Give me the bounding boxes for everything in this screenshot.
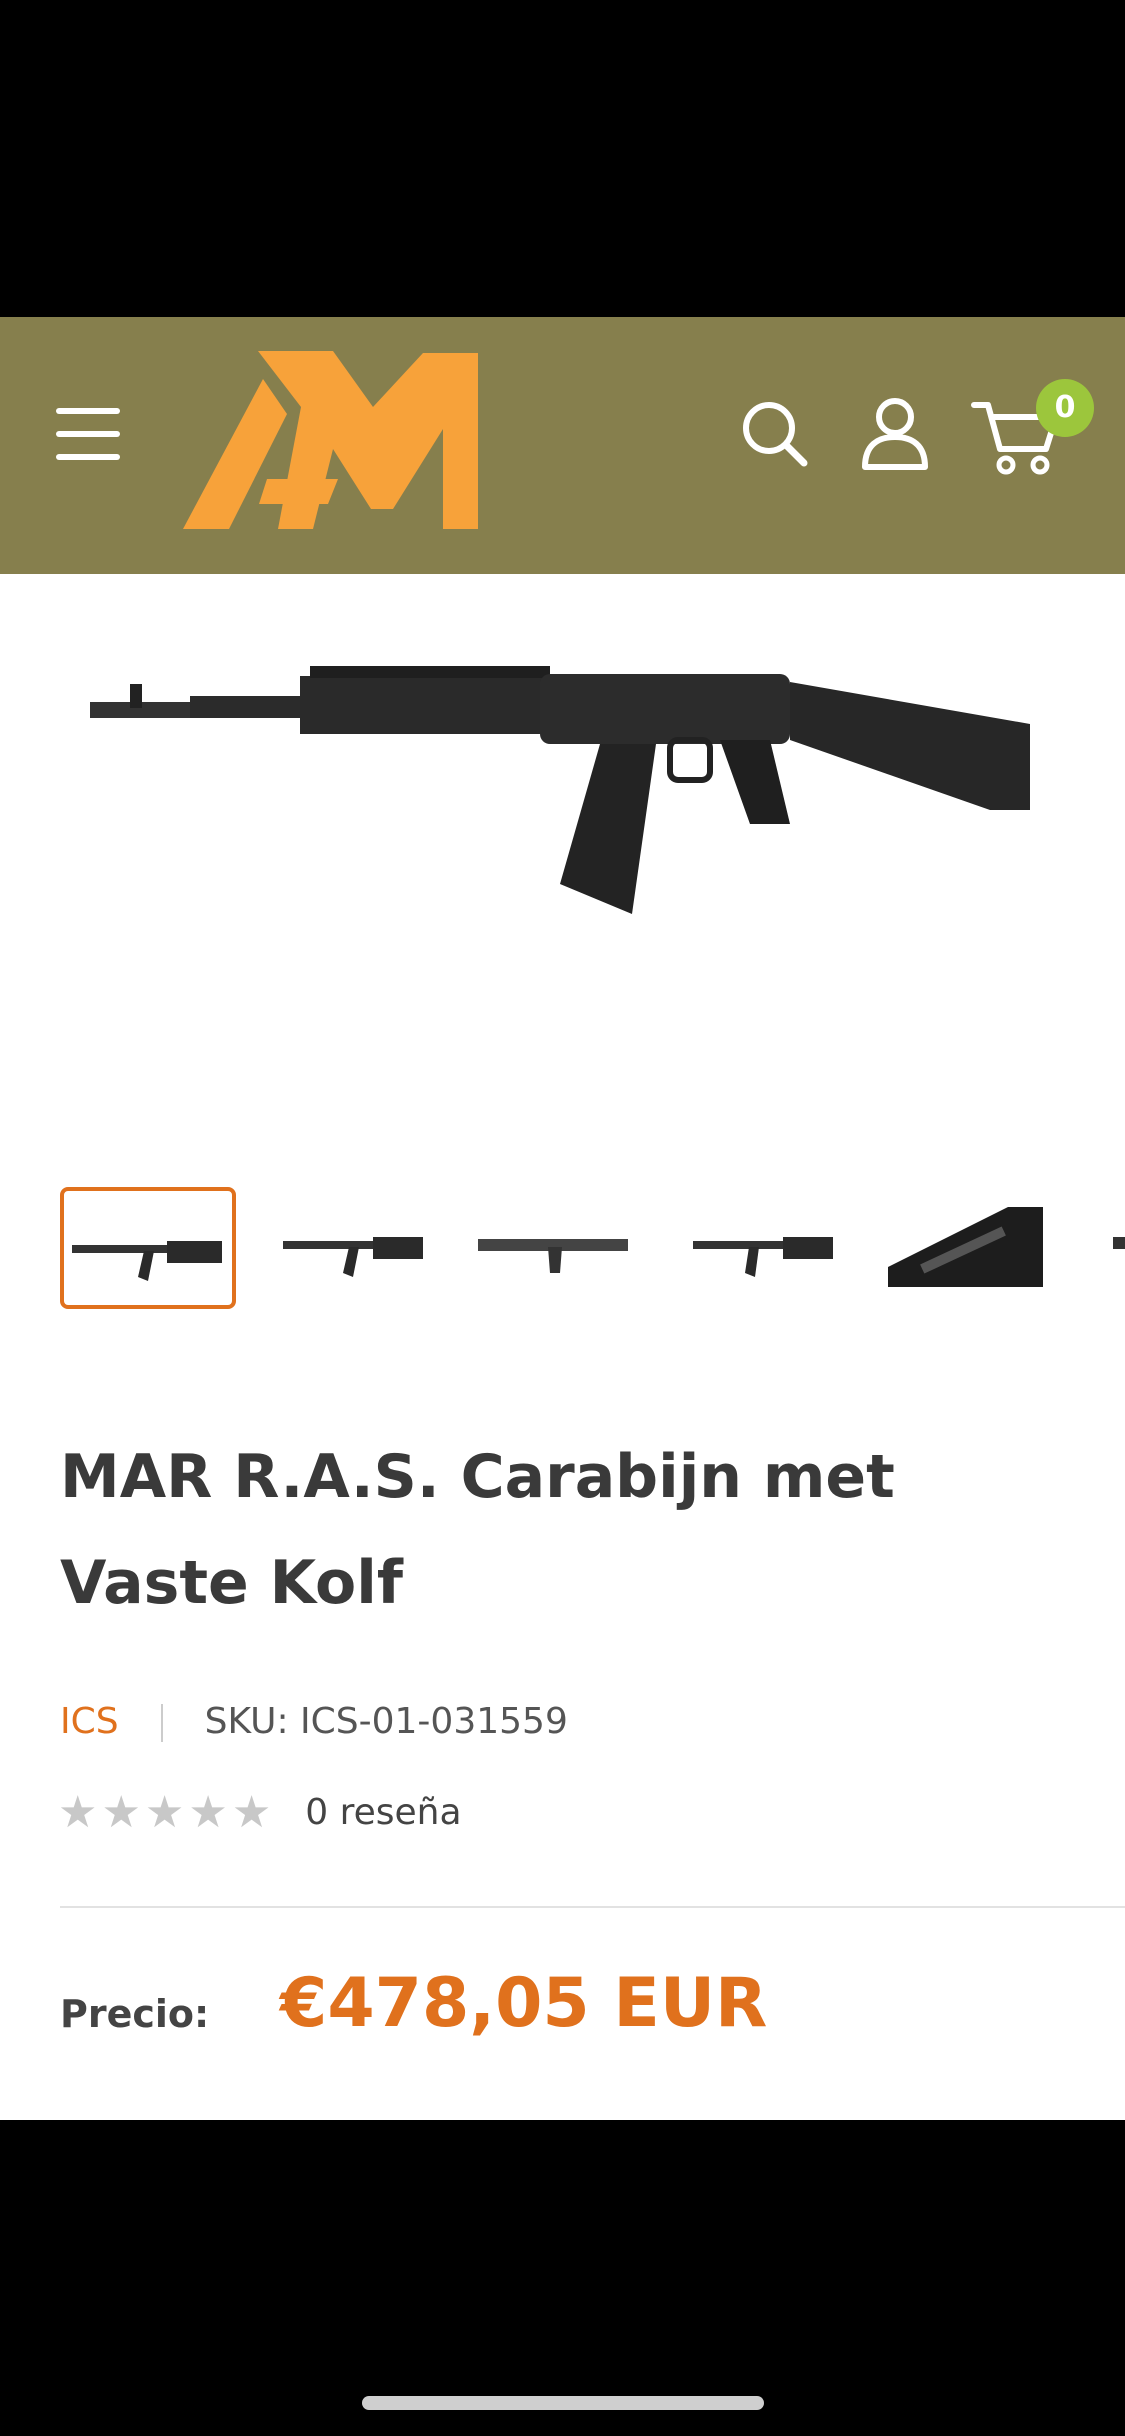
price-label: Precio: <box>60 1992 210 2036</box>
search-icon[interactable] <box>740 399 810 469</box>
star-icon: ★ <box>101 1786 141 1838</box>
thumbnail-4[interactable] <box>675 1187 851 1309</box>
section-divider <box>60 1906 1125 1908</box>
home-indicator[interactable] <box>362 2396 764 2410</box>
star-icon: ★ <box>188 1786 228 1838</box>
cart-count-badge: 0 <box>1036 379 1094 437</box>
product-meta: ICS SKU: ICS-01-031559 <box>60 1694 568 1750</box>
review-count[interactable]: 0 reseña <box>305 1792 461 1833</box>
site-header: 0 <box>0 317 1125 574</box>
star-icon: ★ <box>144 1786 185 1838</box>
thumbnail-5[interactable] <box>880 1187 1056 1309</box>
thumbnail-2[interactable] <box>265 1187 441 1309</box>
product-rating[interactable]: ★ ★ ★ ★ ★ 0 reseña <box>58 1784 462 1840</box>
hamburger-menu-icon[interactable] <box>56 408 120 460</box>
thumbnail-strip <box>0 1187 1125 1317</box>
thumbnail-6[interactable] <box>1085 1187 1125 1309</box>
product-main-image[interactable] <box>90 614 1050 914</box>
brand-link[interactable]: ICS <box>60 1701 119 1742</box>
sku-text: SKU: ICS-01-031559 <box>204 1701 568 1742</box>
star-icon: ★ <box>58 1786 98 1838</box>
thumbnail-3[interactable] <box>470 1187 646 1309</box>
am-logo-icon <box>183 351 478 529</box>
star-icon: ★ <box>231 1786 272 1838</box>
store-logo[interactable] <box>183 339 478 549</box>
meta-divider <box>160 1704 163 1742</box>
product-page: MAR R.A.S. Carabijn met Vaste Kolf ICS SK… <box>0 574 1125 2120</box>
product-title: MAR R.A.S. Carabijn met Vaste Kolf <box>60 1442 895 1618</box>
price-value: €478,05 EUR <box>280 1964 768 2043</box>
account-icon[interactable] <box>860 397 930 471</box>
thumbnail-1[interactable] <box>60 1187 236 1309</box>
